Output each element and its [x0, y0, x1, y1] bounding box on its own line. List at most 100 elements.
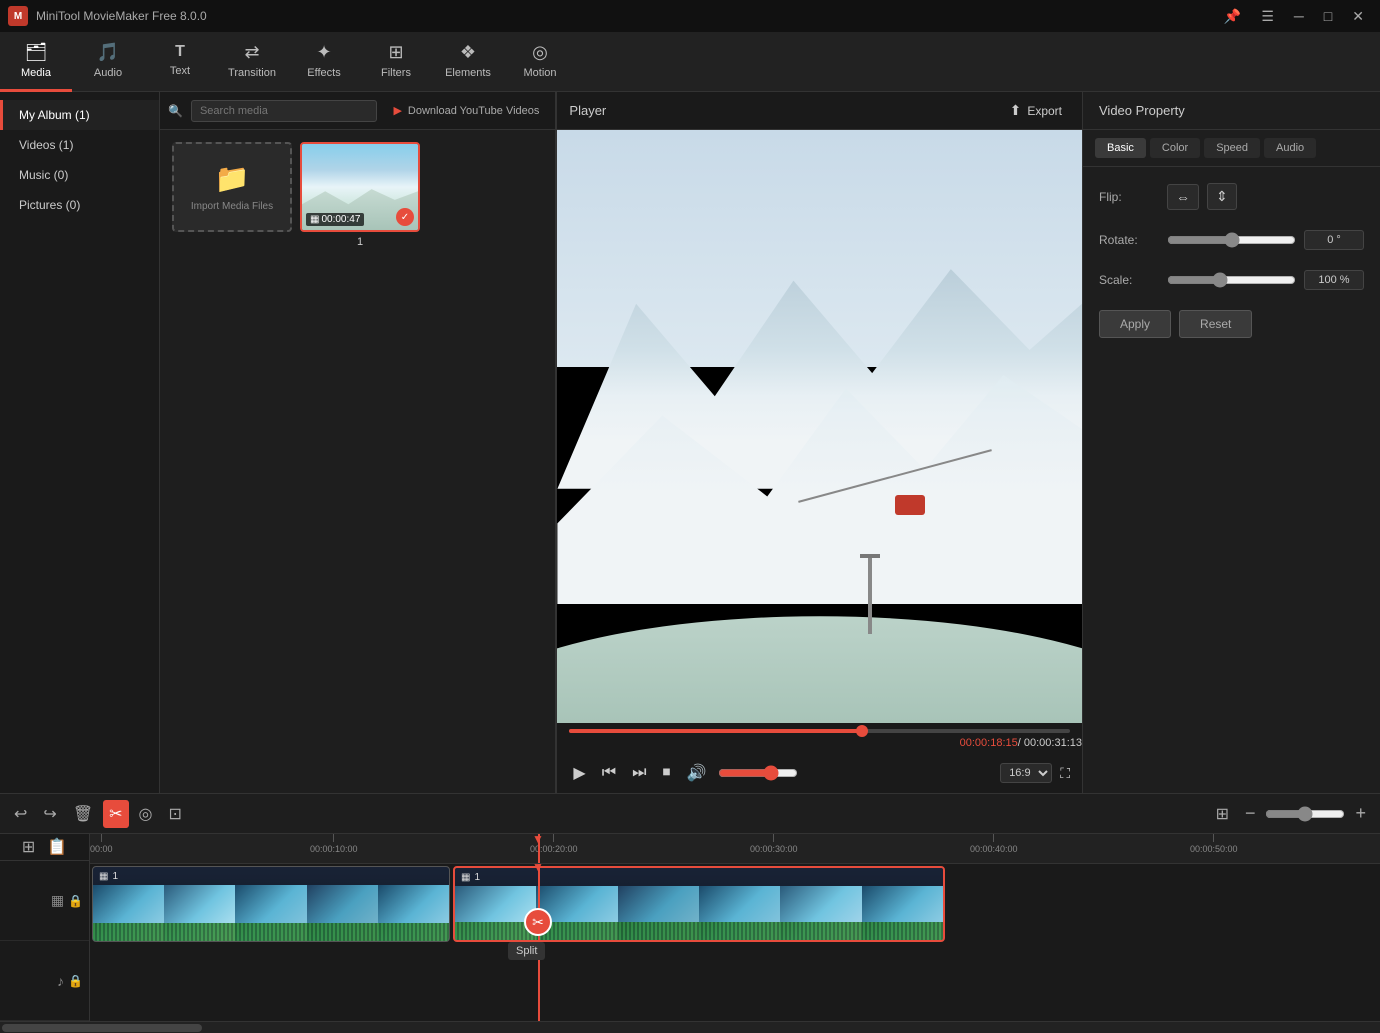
sidebar-item-music[interactable]: Music (0)	[0, 160, 159, 190]
sidebar-item-pictures[interactable]: Pictures (0)	[0, 190, 159, 220]
toolbar-item-filters[interactable]: ⊞ Filters	[360, 32, 432, 92]
clip-video-icon: ▦	[99, 871, 108, 882]
undo-button[interactable]: ↩	[8, 800, 33, 828]
rotate-value[interactable]	[1304, 230, 1364, 250]
toolbar-item-media[interactable]: 🗂 Media	[0, 32, 72, 92]
audio-track-icon: ♪	[57, 973, 64, 989]
clip-1[interactable]: ▦ 1	[92, 866, 450, 942]
menu-button[interactable]: ☰	[1253, 4, 1282, 29]
folder-icon: 📁	[215, 162, 250, 195]
scale-value[interactable]	[1304, 270, 1364, 290]
rotate-slider[interactable]	[1167, 232, 1296, 248]
maximize-button[interactable]: □	[1316, 4, 1340, 29]
rotate-label: Rotate:	[1099, 233, 1159, 247]
ruler-mark-1: 00:00:10:00	[310, 834, 358, 864]
sidebar-item-videos[interactable]: Videos (1)	[0, 130, 159, 160]
playhead-ruler: ▼	[538, 834, 540, 864]
minimize-button[interactable]: ─	[1286, 4, 1312, 29]
prev-frame-button[interactable]: ⏮	[598, 760, 620, 786]
delete-button[interactable]: 🗑	[67, 800, 99, 828]
add-layer-button[interactable]: 📋	[43, 835, 71, 859]
toolbar-label-text: Text	[170, 65, 190, 77]
split-tooltip: Split	[508, 942, 545, 960]
audio-track-label: ♪ 🔒	[0, 941, 89, 1021]
close-button[interactable]: ✕	[1344, 4, 1372, 29]
tab-color[interactable]: Color	[1150, 138, 1200, 158]
play-button[interactable]: ▶	[569, 759, 589, 787]
right-panel: Video Property Basic Color Speed Audio F…	[1083, 92, 1380, 793]
player-time-display: 00:00:18:15 / 00:00:31:13	[557, 733, 1082, 753]
add-track-row: ⊞ 📋	[0, 834, 89, 861]
search-icon: 🔍	[168, 104, 183, 118]
ruler-mark-5: 00:00:50:00	[1190, 834, 1238, 864]
timeline-main[interactable]: 00:00 00:00:10:00 00:00:20:00 00:00:30:0…	[90, 834, 1380, 1021]
split-cursor-icon[interactable]: ✂	[524, 908, 552, 936]
export-label: Export	[1027, 104, 1062, 118]
crop-button[interactable]: ⊡	[163, 800, 188, 828]
media-content: 🔍 ▶ Download YouTube Videos 📁 Import Med…	[160, 92, 555, 793]
zoom-slider[interactable]	[1265, 806, 1345, 822]
fullscreen-button[interactable]: ⛶	[1060, 765, 1070, 782]
effects-icon: ✦	[316, 42, 331, 63]
toolbar-item-motion[interactable]: ◎ Motion	[504, 32, 576, 92]
fit-timeline-button[interactable]: ⊞	[1210, 800, 1235, 828]
scroll-thumb[interactable]	[2, 1024, 202, 1032]
motion-icon: ◎	[532, 42, 548, 63]
audio-track	[90, 944, 1380, 1021]
toolbar-item-elements[interactable]: ❖ Elements	[432, 32, 504, 92]
flip-horizontal-button[interactable]: ⇔	[1167, 184, 1199, 210]
aspect-ratio-select[interactable]: 16:9 9:16 1:1 4:3	[1000, 763, 1052, 783]
audio-track-lock[interactable]: 🔒	[68, 974, 83, 988]
apply-button[interactable]: Apply	[1099, 310, 1171, 338]
video-track-icon: ▦	[51, 892, 64, 909]
media-area: My Album (1) Videos (1) Music (0) Pictur…	[0, 92, 555, 793]
next-frame-button[interactable]: ⏭	[628, 760, 650, 786]
progress-bar[interactable]	[569, 729, 1070, 733]
toolbar-item-transition[interactable]: ⇄ Transition	[216, 32, 288, 92]
reset-button[interactable]: Reset	[1179, 310, 1252, 338]
sidebar-item-myalbum[interactable]: My Album (1)	[0, 100, 159, 130]
clip-number-2: 1	[474, 872, 480, 883]
titlebar-left: M MiniTool MovieMaker Free 8.0.0	[8, 6, 207, 26]
tab-basic[interactable]: Basic	[1095, 138, 1146, 158]
timeline-left-panel: ⊞ 📋 ▦ 🔒 ♪ 🔒	[0, 834, 90, 1021]
clip-header-2: ▦ 1	[455, 868, 943, 886]
volume-slider[interactable]	[718, 765, 798, 781]
toolbar-item-text[interactable]: T Text	[144, 32, 216, 92]
timeline-scrollbar[interactable]	[0, 1021, 1380, 1033]
video-track-lock[interactable]: 🔒	[68, 894, 83, 908]
tab-speed[interactable]: Speed	[1204, 138, 1260, 158]
flip-label: Flip:	[1099, 190, 1159, 204]
add-video-track-button[interactable]: ⊞	[18, 835, 39, 859]
toolbar-label-audio: Audio	[94, 67, 122, 79]
zoom-out-button[interactable]: −	[1239, 801, 1262, 826]
export-button[interactable]: ⬆ Export	[1002, 98, 1070, 123]
toolbar-item-effects[interactable]: ✦ Effects	[288, 32, 360, 92]
flip-vertical-button[interactable]: ⇕	[1207, 183, 1237, 210]
media-tile-wrapper-import: 📁 Import Media Files	[172, 142, 292, 248]
redo-button[interactable]: ↪	[37, 800, 62, 828]
main-toolbar: 🗂 Media 🎵 Audio T Text ⇄ Transition ✦ Ef…	[0, 32, 1380, 92]
player-video[interactable]	[557, 130, 1082, 723]
text-icon: T	[175, 43, 185, 61]
import-media-tile[interactable]: 📁 Import Media Files	[172, 142, 292, 232]
search-input[interactable]	[191, 100, 377, 122]
pin-button[interactable]: 📌	[1216, 4, 1249, 29]
toolbar-item-audio[interactable]: 🎵 Audio	[72, 32, 144, 92]
window-controls[interactable]: 📌 ☰ ─ □ ✕	[1216, 4, 1372, 29]
stop-button[interactable]: ⏹	[659, 760, 675, 786]
timeline: ↩ ↪ 🗑 ✂ ◎ ⊡ ⊞ − + ⊞ 📋 ▦ 🔒	[0, 793, 1380, 1033]
audio-detach-button[interactable]: ◎	[133, 800, 159, 828]
media-tile-label-1: 1	[357, 236, 363, 248]
transition-icon: ⇄	[244, 42, 259, 63]
volume-button[interactable]: 🔊	[683, 759, 711, 787]
scale-slider[interactable]	[1167, 272, 1296, 288]
split-button[interactable]: ✂	[103, 800, 128, 828]
download-youtube-button[interactable]: ▶ Download YouTube Videos	[385, 100, 547, 121]
toolbar-label-media: Media	[21, 67, 51, 79]
player-progress-area	[557, 723, 1082, 733]
cable-car	[895, 495, 925, 515]
tab-audio[interactable]: Audio	[1264, 138, 1316, 158]
media-tile-1[interactable]: ▦ 00:00:47 ✓	[300, 142, 420, 232]
zoom-in-button[interactable]: +	[1349, 801, 1372, 826]
